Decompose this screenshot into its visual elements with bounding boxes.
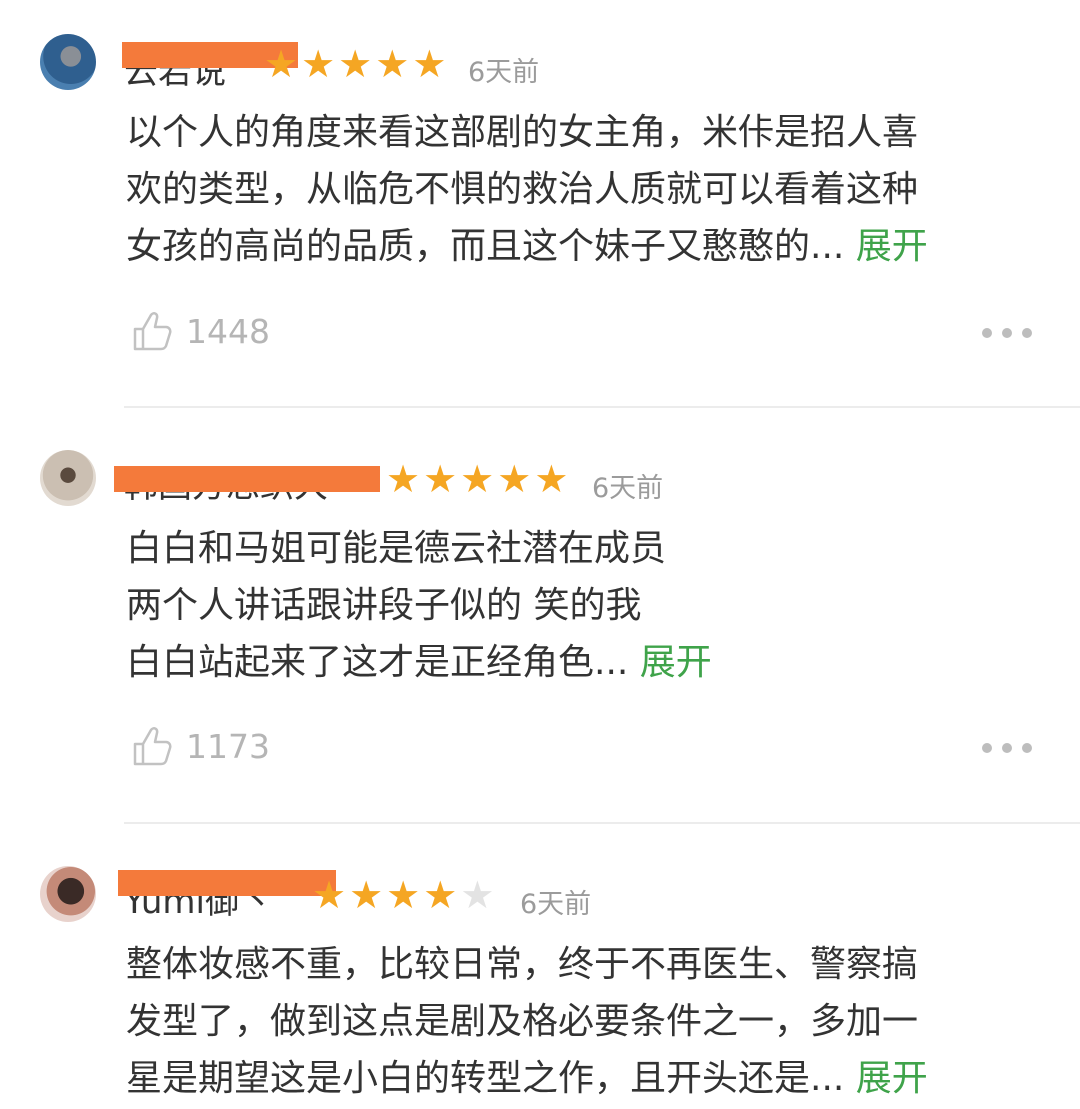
star-icon: ★ bbox=[386, 457, 421, 501]
rating-stars: ★ ★ ★ ★ ★ bbox=[312, 876, 494, 914]
comment-body: 以个人的角度来看这部剧的女主角，米佧是招人喜 欢的类型，从临危不惧的救治人质就可… bbox=[126, 104, 1046, 275]
comment-line: 以个人的角度来看这部剧的女主角，米佧是招人喜 bbox=[126, 112, 919, 153]
rating-stars: ★ ★ ★ ★ ★ bbox=[264, 45, 446, 83]
comment-date: 6天前 bbox=[468, 57, 540, 88]
like-button[interactable]: 1448 bbox=[132, 310, 270, 352]
rating-stars: ★ ★ ★ ★ ★ bbox=[386, 460, 568, 498]
expand-link[interactable]: 展开 bbox=[640, 642, 712, 683]
star-icon: ★ bbox=[301, 42, 336, 86]
star-icon: ★ bbox=[497, 457, 532, 501]
star-icon: ★ bbox=[534, 457, 569, 501]
redaction-bar bbox=[114, 466, 380, 492]
star-icon: ★ bbox=[375, 42, 410, 86]
comment-date: 6天前 bbox=[592, 473, 664, 504]
thumbs-up-icon bbox=[133, 727, 172, 766]
redaction-bar bbox=[118, 870, 336, 896]
like-count: 1173 bbox=[186, 726, 270, 766]
star-icon: ★ bbox=[312, 873, 347, 917]
comment-line: 白白和马姐可能是德云社潜在成员 bbox=[126, 528, 667, 569]
comment-line: 星是期望这是小白的转型之作，且开头还是... bbox=[126, 1058, 845, 1099]
comment-line: 整体妆感不重，比较日常，终于不再医生、警察搞 bbox=[126, 944, 919, 985]
comment-line: 欢的类型，从临危不惧的救治人质就可以看着这种 bbox=[126, 169, 919, 210]
comment-line: 白白站起来了这才是正经角色... bbox=[126, 642, 629, 683]
star-icon: ★ bbox=[338, 42, 373, 86]
expand-link[interactable]: 展开 bbox=[856, 226, 928, 267]
star-icon: ★ bbox=[423, 873, 458, 917]
comment-line: 两个人讲话跟讲段子似的 笑的我 bbox=[126, 585, 642, 626]
avatar[interactable] bbox=[40, 34, 96, 90]
avatar[interactable] bbox=[40, 450, 96, 506]
comment-date: 6天前 bbox=[520, 889, 592, 920]
star-icon: ★ bbox=[386, 873, 421, 917]
divider bbox=[124, 406, 1080, 408]
star-icon: ★ bbox=[460, 457, 495, 501]
comment-body: 白白和马姐可能是德云社潜在成员 两个人讲话跟讲段子似的 笑的我 白白站起来了这才… bbox=[126, 520, 1046, 691]
comment-body: 整体妆感不重，比较日常，终于不再医生、警察搞 发型了，做到这点是剧及格必要条件之… bbox=[126, 936, 1046, 1107]
divider bbox=[124, 822, 1080, 824]
expand-link[interactable]: 展开 bbox=[856, 1058, 928, 1099]
comment-line: 女孩的高尚的品质，而且这个妹子又憨憨的... bbox=[126, 226, 845, 267]
avatar[interactable] bbox=[40, 866, 96, 922]
star-icon: ★ bbox=[349, 873, 384, 917]
more-dots-icon[interactable] bbox=[982, 328, 1032, 338]
star-icon: ★ bbox=[264, 42, 299, 86]
comment-line: 发型了，做到这点是剧及格必要条件之一，多加一 bbox=[126, 1001, 919, 1042]
star-icon: ★ bbox=[423, 457, 458, 501]
like-button[interactable]: 1173 bbox=[132, 725, 270, 767]
star-icon: ★ bbox=[412, 42, 447, 86]
star-icon: ★ bbox=[460, 873, 495, 917]
more-dots-icon[interactable] bbox=[982, 743, 1032, 753]
thumbs-up-icon bbox=[133, 312, 172, 351]
like-count: 1448 bbox=[186, 311, 270, 351]
